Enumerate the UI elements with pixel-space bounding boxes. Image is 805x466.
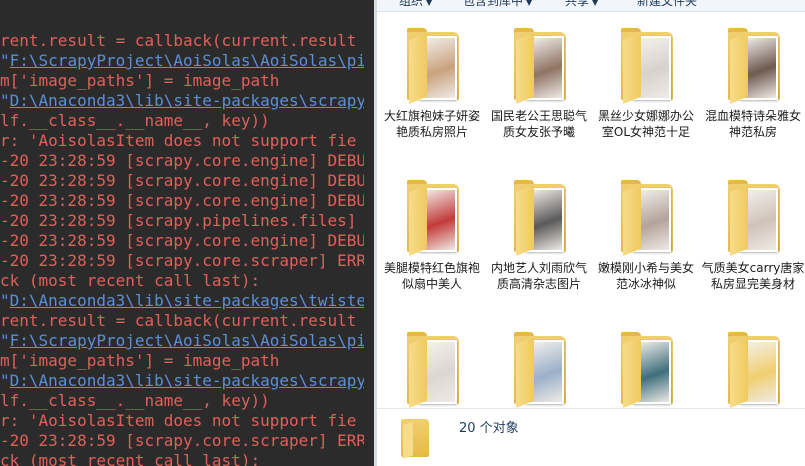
terminal-line: -20 23:28:59 [scrapy.pipelines.files] xyxy=(0,211,357,230)
terminal-line: ck (most recent call last): xyxy=(0,451,261,466)
terminal-line: "D:\Anaconda3\lib\site-packages\scrapy xyxy=(0,371,367,390)
terminal-line: r: 'AoisolasItem does not support fie xyxy=(0,131,357,150)
terminal-line: "F:\ScrapyProject\AoiSolas\AoiSolas\pi xyxy=(0,331,367,350)
terminal-line: -20 23:28:59 [scrapy.core.engine] DEBU xyxy=(0,231,367,250)
terminal-line: -20 23:28:59 [scrapy.core.scraper] ERR xyxy=(0,251,367,270)
folder-icon xyxy=(621,178,677,256)
folder-icon xyxy=(407,178,463,256)
folder-icon xyxy=(514,330,570,408)
folder-icon xyxy=(407,26,463,105)
folder-icon xyxy=(407,330,463,408)
terminal-window[interactable]: rent.result = callback(current.result "F:… xyxy=(0,0,374,466)
folder-icon xyxy=(728,178,784,256)
terminal-line: "F:\ScrapyProject\AoiSolas\AoiSolas\pi xyxy=(0,51,367,70)
status-bar: 20 个对象 xyxy=(377,408,805,466)
folder-item[interactable]: 嫩模刚小希与美女范冰冰神似 xyxy=(593,178,699,318)
folder-icon xyxy=(621,26,677,105)
toolbar-button[interactable]: 共享 ▼ xyxy=(565,0,598,9)
folder-icon xyxy=(401,415,431,459)
terminal-line: m['image_paths'] = image_path xyxy=(0,351,280,370)
folder-name: 嫩模刚小希与美女范冰冰神似 xyxy=(597,261,694,291)
terminal-line: -20 23:28:59 [scrapy.core.engine] DEBU xyxy=(0,151,367,170)
toolbar-button-label: 包含到库中 xyxy=(463,0,524,8)
terminal-line: r: 'AoisolasItem does not support fie xyxy=(0,411,357,430)
terminal-line: ck (most recent call last): xyxy=(0,271,261,290)
folder-item[interactable]: 美腿模特红色旗袍似扇中美人 xyxy=(379,178,485,318)
terminal-line: -20 23:28:59 [scrapy.core.engine] DEBU xyxy=(0,191,367,210)
explorer-toolbar: 组织 ▼ 包含到库中 ▼ 共享 ▼ 新建文件夹 xyxy=(377,0,805,12)
terminal-scrollbar[interactable] xyxy=(364,0,374,466)
folder-name: 气质美女carry唐家私房显完美身材 xyxy=(701,261,805,291)
folder-name: 内地艺人刘雨欣气质高清杂志图片 xyxy=(490,261,587,291)
terminal-line: -20 23:28:59 [scrapy.core.engine] DEBU xyxy=(0,171,367,190)
object-count: 20 个对象 xyxy=(459,421,519,436)
toolbar-button-label: 新建文件夹 xyxy=(637,0,698,8)
folder-icon xyxy=(514,178,570,256)
folder-name: 大红旗袍妹子妍姿艳质私房照片 xyxy=(383,109,480,139)
folder-item[interactable]: 国民老公王思聪气质女友张予曦 xyxy=(486,26,592,166)
folder-icon xyxy=(728,26,784,105)
folder-item[interactable]: 内地艺人刘雨欣气质高清杂志图片 xyxy=(486,178,592,318)
toolbar-button-label: 组织 xyxy=(399,0,424,8)
terminal-line: m['image_paths'] = image_path xyxy=(0,71,280,90)
folder-item[interactable]: 大红旗袍妹子妍姿艳质私房照片 xyxy=(379,26,485,166)
toolbar-button[interactable]: 新建文件夹 xyxy=(637,0,697,9)
file-explorer-window: 组织 ▼ 包含到库中 ▼ 共享 ▼ 新建文件夹 大红旗袍妹子妍姿艳质私房照片 国民老公王思聪气… xyxy=(377,0,805,466)
folder-icon xyxy=(621,330,677,408)
terminal-line: lf.__class__.__name__, key)) xyxy=(0,111,270,130)
folder-name: 美腿模特红色旗袍似扇中美人 xyxy=(383,261,480,291)
dropdown-arrow-icon: ▼ xyxy=(592,0,599,7)
terminal-line: "D:\Anaconda3\lib\site-packages\twiste xyxy=(0,291,367,310)
folder-item[interactable]: 黑丝少女娜娜办公室OL女神范十足 xyxy=(593,26,699,166)
folder-item[interactable]: 混血模特诗朵雅女神范私房 xyxy=(700,26,805,166)
terminal-line: rent.result = callback(current.result xyxy=(0,311,357,330)
terminal-line: lf.__class__.__name__, key)) xyxy=(0,391,270,410)
terminal-line: -20 23:28:59 [scrapy.core.scraper] ERR xyxy=(0,431,367,450)
toolbar-button[interactable]: 包含到库中 ▼ xyxy=(463,0,532,9)
folder-name: 混血模特诗朵雅女神范私房 xyxy=(704,109,801,139)
dropdown-arrow-icon: ▼ xyxy=(426,0,433,7)
folder-icon xyxy=(728,330,784,408)
terminal-line: "D:\Anaconda3\lib\site-packages\scrapy xyxy=(0,91,367,110)
folder-name: 黑丝少女娜娜办公室OL女神范十足 xyxy=(597,109,694,139)
toolbar-button[interactable]: 组织 ▼ xyxy=(399,0,432,9)
folder-icon xyxy=(514,26,570,105)
folder-item[interactable]: 气质美女carry唐家私房显完美身材 xyxy=(700,178,805,318)
terminal-line: rent.result = callback(current.result xyxy=(0,31,357,50)
dropdown-arrow-icon: ▼ xyxy=(526,0,533,7)
toolbar-button-label: 共享 xyxy=(565,0,590,8)
folder-name: 国民老公王思聪气质女友张予曦 xyxy=(490,109,587,139)
